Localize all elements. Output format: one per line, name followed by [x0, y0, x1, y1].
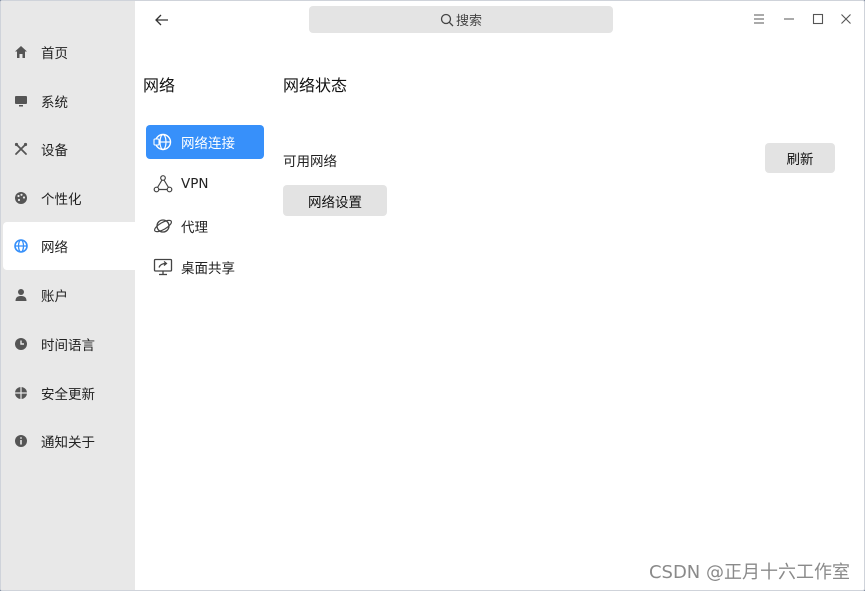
desktop-share-icon: [152, 256, 174, 278]
sidebar-item-label: 系统: [41, 95, 68, 111]
page-title: 网络状态: [283, 76, 348, 95]
palette-icon: [13, 190, 29, 206]
proxy-planet-icon: [152, 215, 174, 237]
home-icon: [13, 44, 29, 60]
tools-icon: [13, 141, 29, 157]
sidebar-item-label: 通知关于: [41, 435, 95, 451]
search-placeholder: 搜索: [455, 14, 482, 29]
minimize-button[interactable]: [779, 9, 799, 29]
back-button[interactable]: [151, 9, 173, 31]
network-settings-button[interactable]: 网络设置: [283, 185, 387, 216]
close-button[interactable]: [836, 9, 856, 29]
subnav-item-label: 桌面共享: [181, 261, 235, 277]
subnav-item-label: 网络连接: [181, 136, 235, 152]
sidebar-item-label: 个性化: [41, 192, 82, 208]
maximize-icon: [812, 13, 824, 25]
search-input[interactable]: 搜索: [309, 6, 613, 33]
close-icon: [840, 13, 852, 25]
sidebar-item-security-update[interactable]: 安全更新: [3, 369, 135, 417]
globe-icon: [13, 238, 29, 254]
sidebar-item-label: 账户: [41, 289, 68, 305]
refresh-button[interactable]: 刷新: [765, 143, 835, 173]
sidebar-item-label: 首页: [41, 46, 68, 62]
subnav-title: 网络: [143, 76, 176, 95]
maximize-button[interactable]: [808, 9, 828, 29]
clock-icon: [13, 336, 29, 352]
sidebar-item-devices[interactable]: 设备: [3, 125, 135, 173]
subnav-item-desktop-share[interactable]: 桌面共享: [146, 250, 264, 284]
main-sidebar: 首页 系统 设备 个性化 网络 账户 时间语言 安全更新 通知关于: [1, 1, 135, 590]
monitor-icon: [13, 93, 29, 109]
sidebar-item-label: 设备: [41, 143, 68, 159]
subnav-item-vpn[interactable]: VPN: [146, 167, 264, 201]
sidebar-item-account[interactable]: 账户: [3, 271, 135, 319]
subnav-item-network-connection[interactable]: 网络连接: [146, 125, 264, 159]
subnav-item-proxy[interactable]: 代理: [146, 209, 264, 243]
subnav-item-label: 代理: [181, 220, 208, 236]
vpn-icon: [152, 173, 174, 195]
settings-window: 首页 系统 设备 个性化 网络 账户 时间语言 安全更新 通知关于 搜索 网络 …: [0, 0, 865, 591]
arrow-left-icon: [155, 14, 169, 26]
sidebar-item-system[interactable]: 系统: [3, 77, 135, 125]
network-connection-icon: [152, 131, 174, 153]
sidebar-item-personalize[interactable]: 个性化: [3, 174, 135, 222]
user-icon: [13, 287, 29, 303]
search-icon: [440, 13, 454, 27]
subnav-item-label: VPN: [181, 176, 209, 192]
menu-icon: [753, 14, 765, 24]
sidebar-item-label: 网络: [41, 240, 68, 256]
sidebar-item-home[interactable]: 首页: [3, 28, 135, 76]
sidebar-item-notify-about[interactable]: 通知关于: [3, 417, 135, 465]
watermark: CSDN @正月十六工作室: [648, 562, 850, 583]
sidebar-item-label: 时间语言: [41, 338, 95, 354]
sidebar-item-time-language[interactable]: 时间语言: [3, 320, 135, 368]
minimize-icon: [783, 13, 795, 25]
security-icon: [13, 385, 29, 401]
sidebar-item-network[interactable]: 网络: [3, 222, 135, 270]
menu-button[interactable]: [749, 9, 769, 29]
sidebar-item-label: 安全更新: [41, 387, 95, 403]
available-networks-label: 可用网络: [283, 154, 337, 170]
info-icon: [13, 433, 29, 449]
